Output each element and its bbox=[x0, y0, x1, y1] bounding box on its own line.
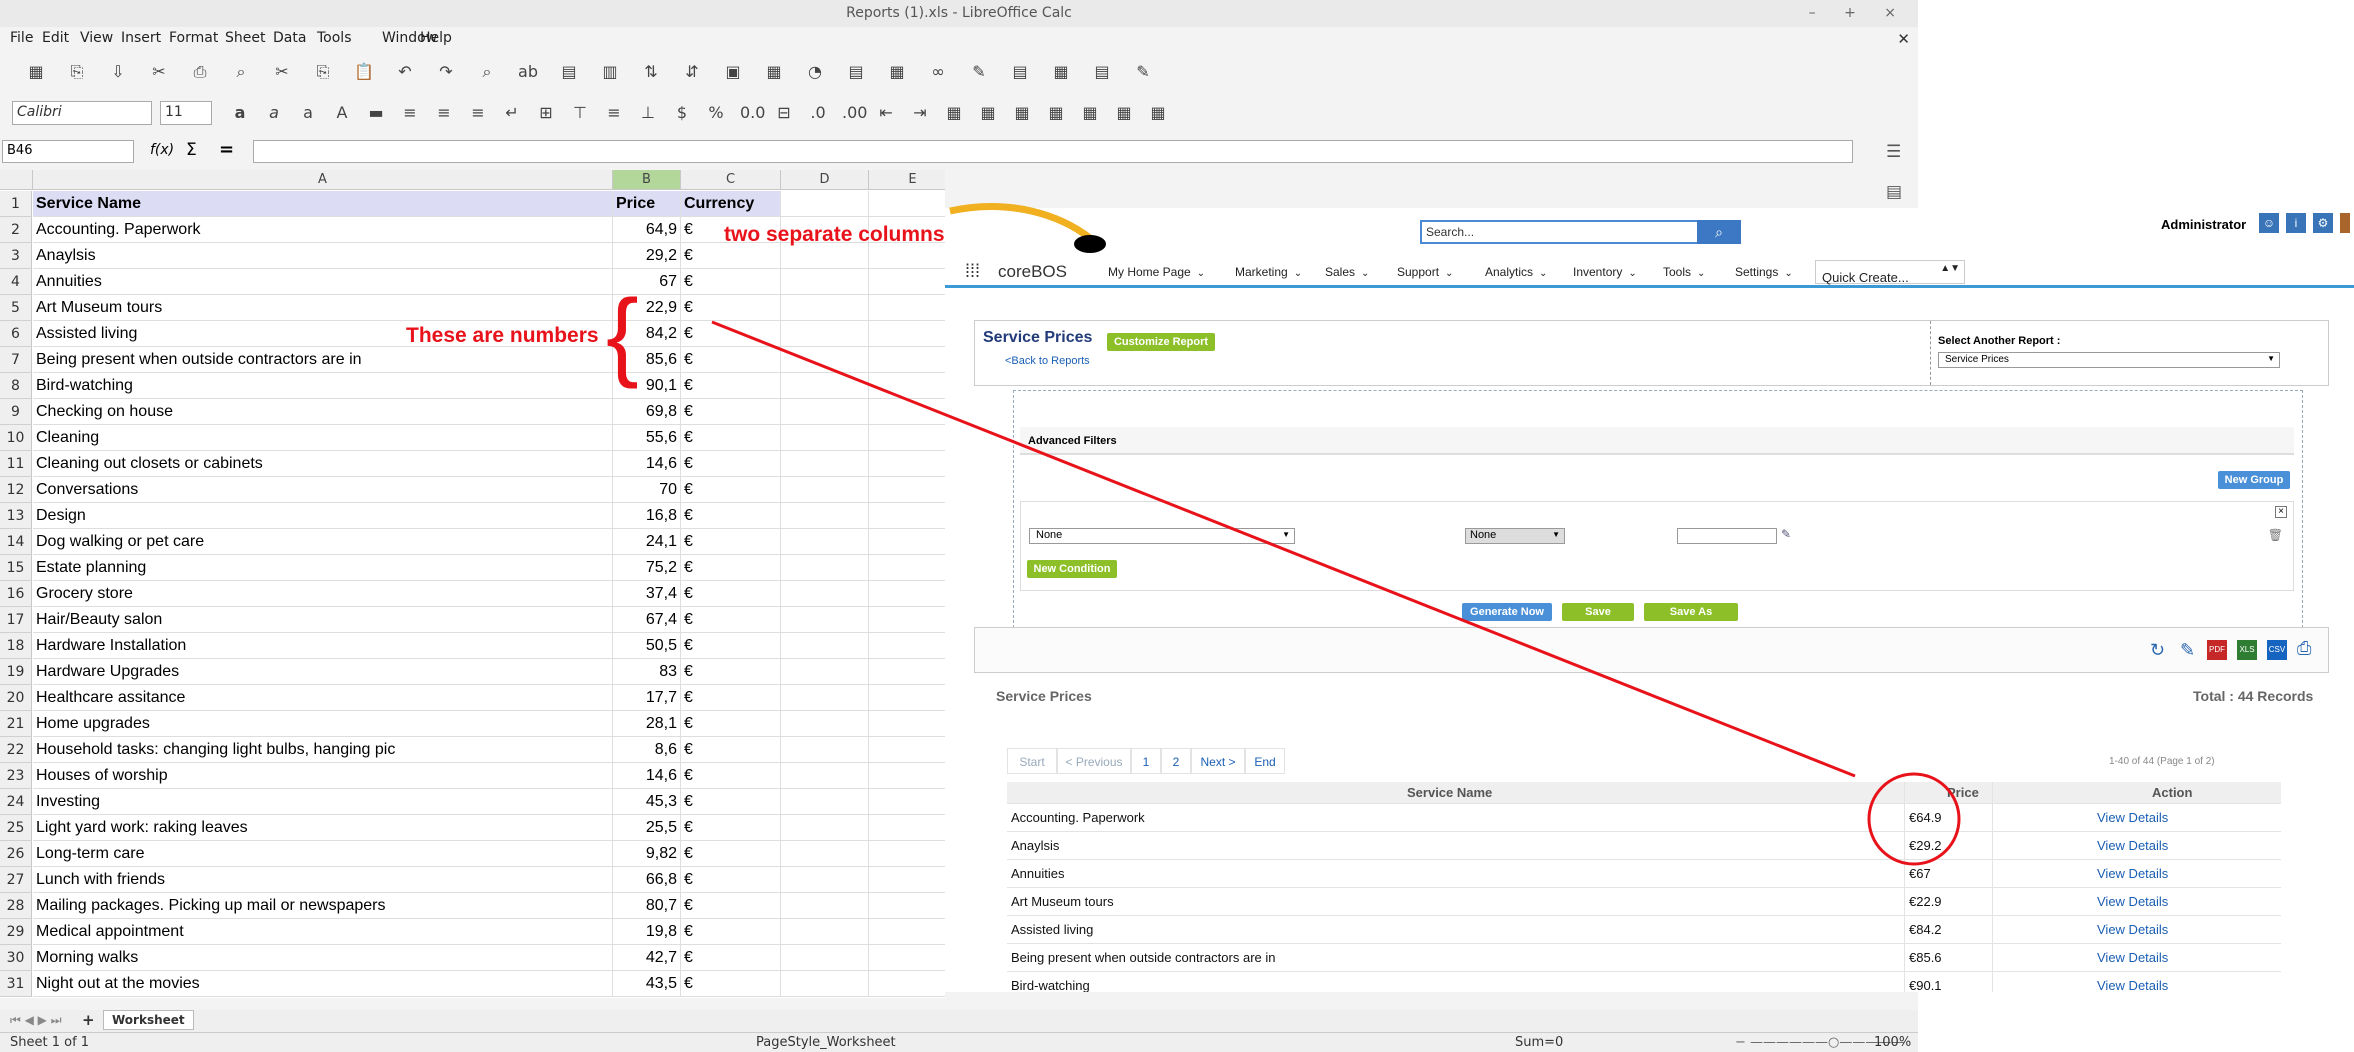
annotation-layer: These are numbers two separate columns { bbox=[406, 202, 1961, 866]
red-brace: { bbox=[606, 279, 639, 389]
annotation-numbers: These are numbers bbox=[406, 324, 599, 347]
yellow-arrow bbox=[949, 202, 1093, 241]
red-connector-line bbox=[711, 320, 1856, 778]
red-circle bbox=[1867, 772, 1961, 866]
annotation-columns: two separate columns bbox=[724, 223, 945, 246]
pointer-dot bbox=[1074, 235, 1106, 253]
